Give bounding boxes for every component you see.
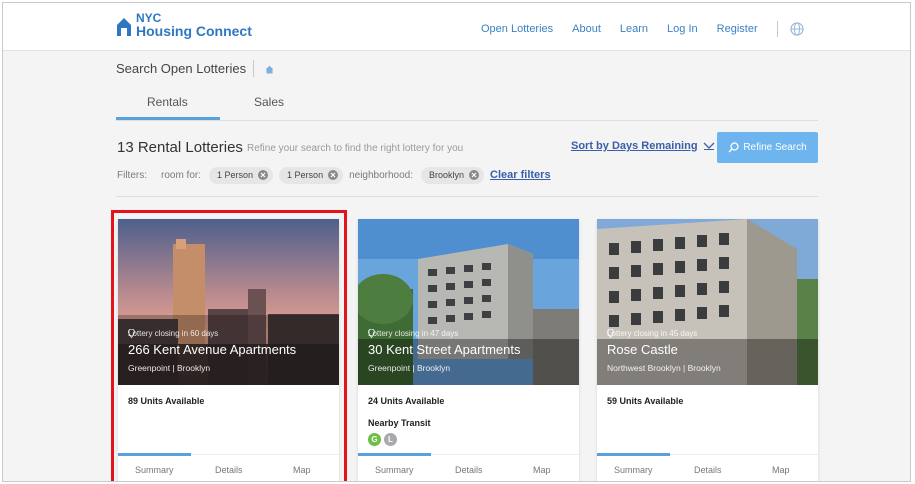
card-tab-map[interactable]: Map bbox=[772, 465, 790, 475]
nav-register[interactable]: Register bbox=[717, 23, 758, 35]
filter-chip-neighborhood[interactable]: Brooklyn bbox=[421, 166, 485, 184]
top-navbar: NYC Housing Connect Open Lotteries About… bbox=[3, 3, 910, 51]
nav-divider bbox=[776, 21, 778, 37]
card-overlay: Lottery closing in 45 days Rose Castle N… bbox=[607, 329, 810, 373]
card-tab-summary[interactable]: Summary bbox=[614, 465, 653, 475]
results-hint: Refine your search to find the right lot… bbox=[247, 143, 464, 154]
title-divider bbox=[253, 60, 254, 77]
refine-search-label: Refine Search bbox=[743, 142, 807, 153]
filter-chip-label: 1 Person bbox=[217, 170, 254, 180]
card-location: Greenpoint | Brooklyn bbox=[368, 329, 571, 373]
nav-about[interactable]: About bbox=[572, 23, 601, 35]
card-active-tab-indicator bbox=[597, 453, 670, 456]
results-count: 13 Rental Lotteries bbox=[117, 139, 243, 156]
card-tab-map[interactable]: Map bbox=[533, 465, 551, 475]
location-text: Greenpoint | Brooklyn bbox=[368, 363, 451, 373]
filters-divider bbox=[116, 196, 818, 197]
lottery-card[interactable]: Lottery closing in 45 days Rose Castle N… bbox=[597, 219, 818, 481]
nearby-transit-label: Nearby Transit bbox=[368, 418, 431, 428]
filter-chip-label: 1 Person bbox=[287, 170, 324, 180]
close-circle-icon[interactable] bbox=[328, 170, 339, 180]
neighborhood-filter-label: neighborhood: bbox=[349, 169, 414, 181]
card-tab-summary[interactable]: Summary bbox=[375, 465, 414, 475]
transit-lines: G L bbox=[368, 433, 400, 446]
card-photo: Lottery closing in 47 days 30 Kent Stree… bbox=[358, 219, 579, 385]
card-active-tab-indicator bbox=[358, 453, 431, 456]
card-location: Northwest Brooklyn | Brooklyn bbox=[607, 329, 810, 373]
search-icon bbox=[728, 142, 739, 153]
globe-icon[interactable] bbox=[790, 22, 804, 36]
units-available: 59 Units Available bbox=[607, 396, 684, 406]
logo-line-2: Housing Connect bbox=[136, 23, 252, 39]
site-logo[interactable]: NYC Housing Connect bbox=[116, 12, 252, 38]
nav-log-in[interactable]: Log In bbox=[667, 23, 698, 35]
page-title: Search Open Lotteries bbox=[116, 61, 247, 76]
browser-viewport: NYC Housing Connect Open Lotteries About… bbox=[2, 2, 911, 482]
location-text: Northwest Brooklyn | Brooklyn bbox=[607, 363, 721, 373]
refine-search-button[interactable]: Refine Search bbox=[717, 132, 818, 163]
tabs-divider bbox=[116, 120, 818, 121]
clear-filters-link[interactable]: Clear filters bbox=[490, 169, 551, 181]
filter-chip-label: Brooklyn bbox=[429, 170, 465, 180]
tab-sales[interactable]: Sales bbox=[254, 95, 284, 109]
tab-rentals[interactable]: Rentals bbox=[147, 95, 188, 109]
nav-open-lotteries[interactable]: Open Lotteries bbox=[481, 23, 553, 35]
filters-label: Filters: bbox=[117, 169, 147, 181]
sort-label: Sort by Days Remaining bbox=[571, 140, 698, 152]
closing-text: Lottery closing in 45 days bbox=[607, 329, 698, 338]
card-tabs: Summary Details Map bbox=[358, 453, 579, 481]
room-filter-label: room for: bbox=[161, 169, 202, 181]
subway-line-badge: G bbox=[368, 433, 381, 446]
card-tab-details[interactable]: Details bbox=[455, 465, 483, 475]
card-title[interactable]: Rose Castle bbox=[607, 342, 810, 357]
lottery-card[interactable]: Lottery closing in 47 days 30 Kent Stree… bbox=[358, 219, 579, 481]
close-circle-icon[interactable] bbox=[469, 170, 480, 180]
closing-text: Lottery closing in 47 days bbox=[368, 329, 459, 338]
filters-bar: Filters: room for: 1 Person 1 Person nei… bbox=[117, 166, 551, 184]
house-logo-icon bbox=[117, 18, 131, 36]
sort-dropdown[interactable]: Sort by Days Remaining bbox=[571, 140, 715, 152]
card-tab-details[interactable]: Details bbox=[694, 465, 722, 475]
highlight-box bbox=[111, 210, 347, 481]
filter-chip-room[interactable]: 1 Person bbox=[209, 166, 274, 184]
subway-line-badge: L bbox=[384, 433, 397, 446]
nav-learn[interactable]: Learn bbox=[620, 23, 648, 35]
filter-chip-room[interactable]: 1 Person bbox=[279, 166, 344, 184]
location-pin-icon bbox=[607, 329, 614, 338]
card-photo: Lottery closing in 45 days Rose Castle N… bbox=[597, 219, 818, 385]
location-pin-icon bbox=[368, 329, 375, 338]
logo-text: NYC Housing Connect bbox=[136, 12, 252, 39]
main-nav: Open Lotteries About Learn Log In Regist… bbox=[481, 21, 804, 37]
close-circle-icon[interactable] bbox=[258, 170, 269, 180]
card-title[interactable]: 30 Kent Street Apartments bbox=[368, 342, 571, 357]
units-available: 24 Units Available bbox=[368, 396, 445, 406]
home-icon[interactable] bbox=[265, 65, 274, 74]
card-overlay: Lottery closing in 47 days 30 Kent Stree… bbox=[368, 329, 571, 373]
chevron-down-icon bbox=[703, 142, 715, 150]
card-tabs: Summary Details Map bbox=[597, 453, 818, 481]
